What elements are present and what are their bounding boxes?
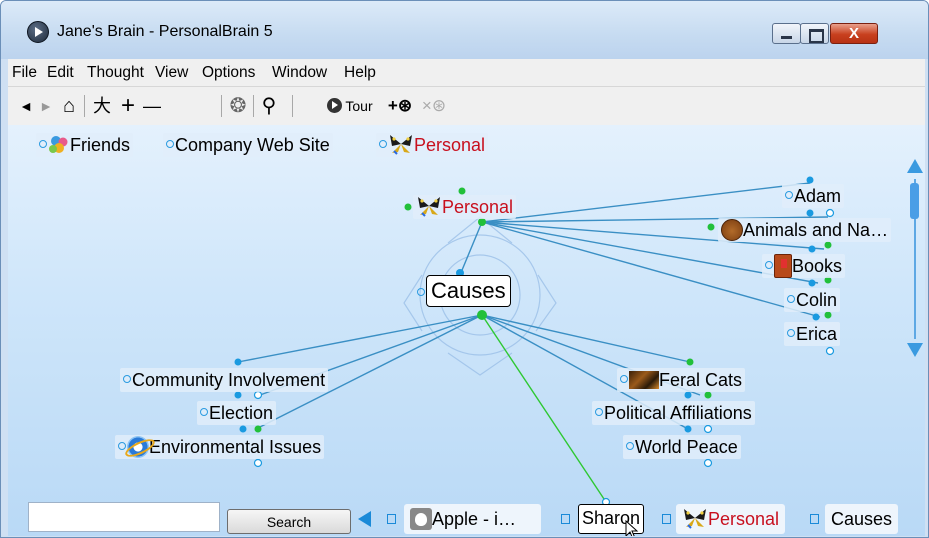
toolbar: ◄ ► ⌂ ⼤ + — ❂ ⚲ Tour +⊛ ×⊛ [8, 87, 925, 125]
child-community-involvement[interactable]: Community Involvement [120, 368, 329, 392]
thought-gate-icon [417, 288, 425, 296]
close-button[interactable]: X [830, 23, 878, 44]
thought-gate-icon [118, 442, 126, 450]
pin-apple[interactable]: Apple - i… [404, 504, 541, 534]
bear-icon [721, 219, 743, 241]
butterfly-icon [390, 135, 412, 155]
pin-label: Causes [831, 509, 893, 529]
app-icon [27, 21, 49, 43]
parent-personal[interactable]: Personal [376, 133, 489, 157]
cat-icon [629, 371, 659, 389]
active-thought-causes[interactable]: Causes [426, 275, 511, 307]
pin-icon [387, 514, 396, 524]
search-input[interactable] [28, 502, 220, 532]
menu-edit[interactable]: Edit [47, 64, 74, 82]
jump-erica[interactable]: Erica [784, 322, 841, 346]
bottom-bar: Search Apple - i… Sharon Personal Causes [8, 502, 925, 536]
create-link-icon[interactable]: +⊛ [384, 95, 416, 117]
child-political-affiliations[interactable]: Political Affiliations [592, 401, 755, 425]
forward-icon[interactable]: ► [38, 95, 54, 117]
thought-gate-icon [595, 408, 603, 416]
tour-button[interactable]: Tour [318, 95, 382, 117]
thought-gate-icon [785, 191, 793, 199]
scroll-thumb[interactable] [910, 183, 919, 219]
scroll-up-arrow-icon[interactable] [907, 159, 923, 173]
menu-file[interactable]: File [12, 64, 37, 82]
friends-icon [49, 136, 68, 153]
menu-options[interactable]: Options [202, 64, 255, 82]
pin-label: Personal [708, 509, 780, 529]
maximize-button[interactable] [800, 23, 829, 44]
child-world-peace[interactable]: World Peace [623, 435, 741, 459]
thought-gate-icon [39, 140, 47, 148]
remove-link-icon[interactable]: ×⊛ [418, 95, 450, 117]
thought-gate-icon [123, 375, 131, 383]
pin-icon [810, 514, 819, 524]
plex-view[interactable]: Friends Company Web Site Personal Person… [8, 125, 925, 536]
jump-colin[interactable]: Colin [784, 288, 841, 312]
jump-animals-and-nature[interactable]: Animals and Na… [718, 218, 892, 242]
tour-label: Tour [345, 98, 373, 114]
plex-scrollbar[interactable] [905, 159, 925, 359]
menu-window[interactable]: Window [272, 64, 327, 82]
pin-icon [561, 514, 570, 524]
apple-icon [410, 508, 432, 530]
thought-gate-icon [200, 408, 208, 416]
search-icon[interactable]: ⚲ [257, 95, 281, 117]
back-icon[interactable]: ◄ [18, 95, 34, 117]
scroll-down-arrow-icon[interactable] [907, 343, 923, 357]
menu-bar: File Edit Thought View Options Window He… [8, 59, 925, 87]
butterfly-icon [684, 509, 706, 529]
tour-icon [327, 98, 343, 113]
toolbar-separator [292, 95, 293, 117]
thought-gate-icon [765, 261, 773, 269]
home-icon[interactable]: ⌂ [58, 95, 80, 117]
thought-gate-icon [787, 329, 795, 337]
menu-view[interactable]: View [155, 64, 188, 82]
thought-gate-icon [166, 140, 174, 148]
app-window: Jane's Brain - PersonalBrain 5 X File Ed… [0, 0, 929, 538]
title-bar: Jane's Brain - PersonalBrain 5 X [1, 1, 928, 59]
book-icon [774, 254, 792, 278]
thought-gate-icon [620, 375, 628, 383]
search-button[interactable]: Search [227, 509, 351, 534]
minimize-button[interactable] [772, 23, 801, 44]
thought-gate-icon [787, 295, 795, 303]
connection-open-dots [253, 208, 835, 507]
pin-label: Apple - i… [432, 509, 517, 529]
parent-company-web-site[interactable]: Company Web Site [163, 133, 333, 157]
mouse-cursor-icon [625, 520, 639, 536]
child-feral-cats[interactable]: Feral Cats [617, 368, 746, 392]
menu-thought[interactable]: Thought [87, 64, 144, 82]
layout-icon[interactable]: ⼤ [90, 95, 114, 117]
pin-personal[interactable]: Personal [676, 504, 786, 534]
plex-parent-personal[interactable]: Personal [413, 195, 517, 219]
jump-adam[interactable]: Adam [782, 184, 845, 208]
child-election[interactable]: Election [197, 401, 277, 425]
pins-back-arrow-icon[interactable] [358, 511, 371, 527]
remove-thought-icon[interactable]: — [140, 95, 164, 117]
active-thought-label: Causes [431, 278, 506, 303]
thought-gate-icon [379, 140, 387, 148]
butterfly-icon [418, 197, 440, 217]
sharon-link [481, 314, 607, 503]
pin-icon [662, 514, 671, 524]
window-title: Jane's Brain - PersonalBrain 5 [57, 23, 273, 40]
pin-causes[interactable]: Causes [825, 504, 899, 534]
gear-icon[interactable]: ❂ [226, 95, 250, 117]
toolbar-separator [84, 95, 85, 117]
add-thought-icon[interactable]: + [118, 94, 138, 118]
parent-friends[interactable]: Friends [36, 133, 134, 157]
toolbar-separator [221, 95, 222, 117]
toolbar-separator [253, 95, 254, 117]
child-environmental-issues[interactable]: Environmental Issues [115, 435, 325, 459]
menu-help[interactable]: Help [344, 64, 376, 82]
jump-books[interactable]: Books [762, 254, 846, 278]
thought-gate-icon [626, 442, 634, 450]
ie-icon [127, 436, 149, 458]
